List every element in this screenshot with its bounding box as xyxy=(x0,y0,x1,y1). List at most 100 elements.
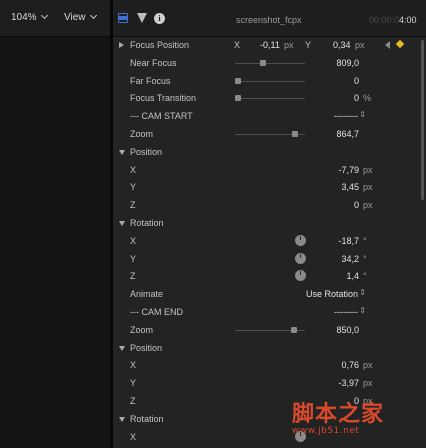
position-y-row: Y -3,97 px xyxy=(113,374,426,392)
rotation-y-row: Y 34,2 ° xyxy=(113,250,426,268)
position-x-value[interactable]: 0,76 xyxy=(341,360,359,370)
param-label: Z xyxy=(130,395,136,406)
disclosure-down-icon[interactable] xyxy=(119,149,125,155)
position-x-value[interactable]: -7,79 xyxy=(338,165,359,175)
rotation-z-value[interactable]: 1,4 xyxy=(346,271,359,281)
far-focus-row: Far Focus 0 xyxy=(113,72,426,90)
zoom-slider[interactable] xyxy=(235,326,305,333)
up-down-arrows-icon[interactable]: ⇕ xyxy=(359,110,366,119)
param-label: Zoom xyxy=(130,128,154,139)
cam-end-row: --- CAM END -------- ⇕ xyxy=(113,303,426,321)
param-label: --- CAM END xyxy=(130,306,183,317)
watermark-text: 脚本之家 xyxy=(292,402,385,427)
position-x-row: X 0,76 px xyxy=(113,356,426,374)
disclosure-down-icon[interactable] xyxy=(119,345,125,351)
unit-label: px xyxy=(355,40,365,50)
far-focus-value[interactable]: 0 xyxy=(354,76,359,86)
param-label: X xyxy=(130,431,137,442)
position-z-row: Z 0 px xyxy=(113,196,426,214)
position-y-value[interactable]: -3,97 xyxy=(338,378,359,388)
focus-y-value[interactable]: 0,34 xyxy=(333,40,351,50)
rotation-dial-icon[interactable] xyxy=(295,234,306,246)
y-label: Y xyxy=(305,40,312,50)
section-label: Rotation xyxy=(130,413,164,424)
unit-label: px xyxy=(363,200,373,211)
unit-label: ° xyxy=(363,253,367,264)
unit-label: px xyxy=(363,378,373,389)
focus-x-value[interactable]: -0,11 xyxy=(260,40,280,50)
position-y-value[interactable]: 3,45 xyxy=(341,182,359,192)
filter-icon[interactable] xyxy=(137,13,147,23)
unit-label: px xyxy=(363,360,373,371)
param-label: Animate xyxy=(130,289,164,300)
viewer-toolbar: 104% View xyxy=(0,0,110,37)
param-label: Y xyxy=(130,182,137,193)
viewer-pane xyxy=(0,0,110,448)
keyframe-diamond-icon[interactable] xyxy=(395,39,405,49)
rotation-dial-icon[interactable] xyxy=(295,252,306,264)
slider-thumb[interactable] xyxy=(259,59,266,66)
cam-start-row: --- CAM START -------- ⇕ xyxy=(113,107,426,125)
previous-keyframe-icon[interactable] xyxy=(385,41,390,49)
clip-name: screenshot_fcpx xyxy=(236,15,302,25)
unit-label: px xyxy=(363,182,373,193)
rotation-y-value[interactable]: 34,2 xyxy=(341,254,359,264)
slider-thumb[interactable] xyxy=(292,130,299,137)
zoom-value[interactable]: 864,7 xyxy=(336,129,359,139)
focus-transition-row: Focus Transition 0 % xyxy=(113,89,426,107)
focus-transition-value[interactable]: 0 xyxy=(354,93,359,103)
cam-start-zoom-row: Zoom 864,7 xyxy=(113,125,426,143)
cam-end-popup[interactable]: -------- xyxy=(334,307,358,317)
rotation-dial-icon[interactable] xyxy=(295,270,306,282)
far-focus-slider[interactable] xyxy=(235,77,305,84)
animate-row: Animate Use Rotation ⇕ xyxy=(113,285,426,303)
watermark: 脚本之家 www.jb51.net xyxy=(292,396,384,436)
rotation-x-row: X -18,7 ° xyxy=(113,232,426,250)
unit-label: px xyxy=(284,40,294,50)
info-icon[interactable]: i xyxy=(154,13,165,24)
timecode-dim: 00:00:0 xyxy=(369,15,400,25)
view-label: View xyxy=(64,12,86,23)
param-label: X xyxy=(130,235,137,246)
cam-start-popup[interactable]: -------- xyxy=(334,111,358,121)
chevron-down-icon xyxy=(40,11,48,20)
param-label: Z xyxy=(130,271,136,282)
rotation-x-value[interactable]: -18,7 xyxy=(338,236,359,246)
zoom-slider[interactable] xyxy=(235,130,305,137)
x-label: X xyxy=(234,40,241,50)
disclosure-right-icon[interactable] xyxy=(119,42,124,48)
unit-label: ° xyxy=(363,235,367,246)
param-label: Y xyxy=(130,253,137,264)
param-label: Z xyxy=(130,200,136,211)
view-menu[interactable]: View xyxy=(64,11,97,23)
section-label: Rotation xyxy=(130,217,164,228)
zoom-menu[interactable]: 104% xyxy=(11,11,48,23)
unit-label: % xyxy=(363,93,372,104)
param-label: Near Focus xyxy=(130,57,177,68)
up-down-arrows-icon[interactable]: ⇕ xyxy=(359,288,366,297)
zoom-value: 104% xyxy=(11,12,37,23)
focus-transition-slider[interactable] xyxy=(235,95,305,102)
near-focus-value[interactable]: 809,0 xyxy=(336,58,359,68)
near-focus-slider[interactable] xyxy=(235,59,305,66)
cam-end-zoom-row: Zoom 850,0 xyxy=(113,321,426,339)
parameter-list: Focus Position X -0,11 px Y 0,34 px Near… xyxy=(113,36,426,445)
timecode-bright: 4:00 xyxy=(399,15,417,25)
up-down-arrows-icon[interactable]: ⇕ xyxy=(359,306,366,315)
position-section: Position xyxy=(113,339,426,357)
scrollbar[interactable] xyxy=(421,40,424,200)
position-y-row: Y 3,45 px xyxy=(113,178,426,196)
animate-popup[interactable]: Use Rotation xyxy=(306,289,358,299)
position-z-value[interactable]: 0 xyxy=(354,200,359,210)
slider-thumb[interactable] xyxy=(291,326,297,333)
video-inspector-icon[interactable] xyxy=(118,13,128,23)
slider-thumb[interactable] xyxy=(235,95,241,102)
rotation-section: Rotation xyxy=(113,214,426,232)
zoom-value[interactable]: 850,0 xyxy=(336,325,359,335)
param-label: Focus Transition xyxy=(130,93,197,104)
disclosure-down-icon[interactable] xyxy=(119,416,125,422)
slider-thumb[interactable] xyxy=(235,77,241,84)
param-label: --- CAM START xyxy=(130,111,193,122)
timecode: 00:00:04:00 xyxy=(369,15,417,25)
disclosure-down-icon[interactable] xyxy=(119,220,125,226)
